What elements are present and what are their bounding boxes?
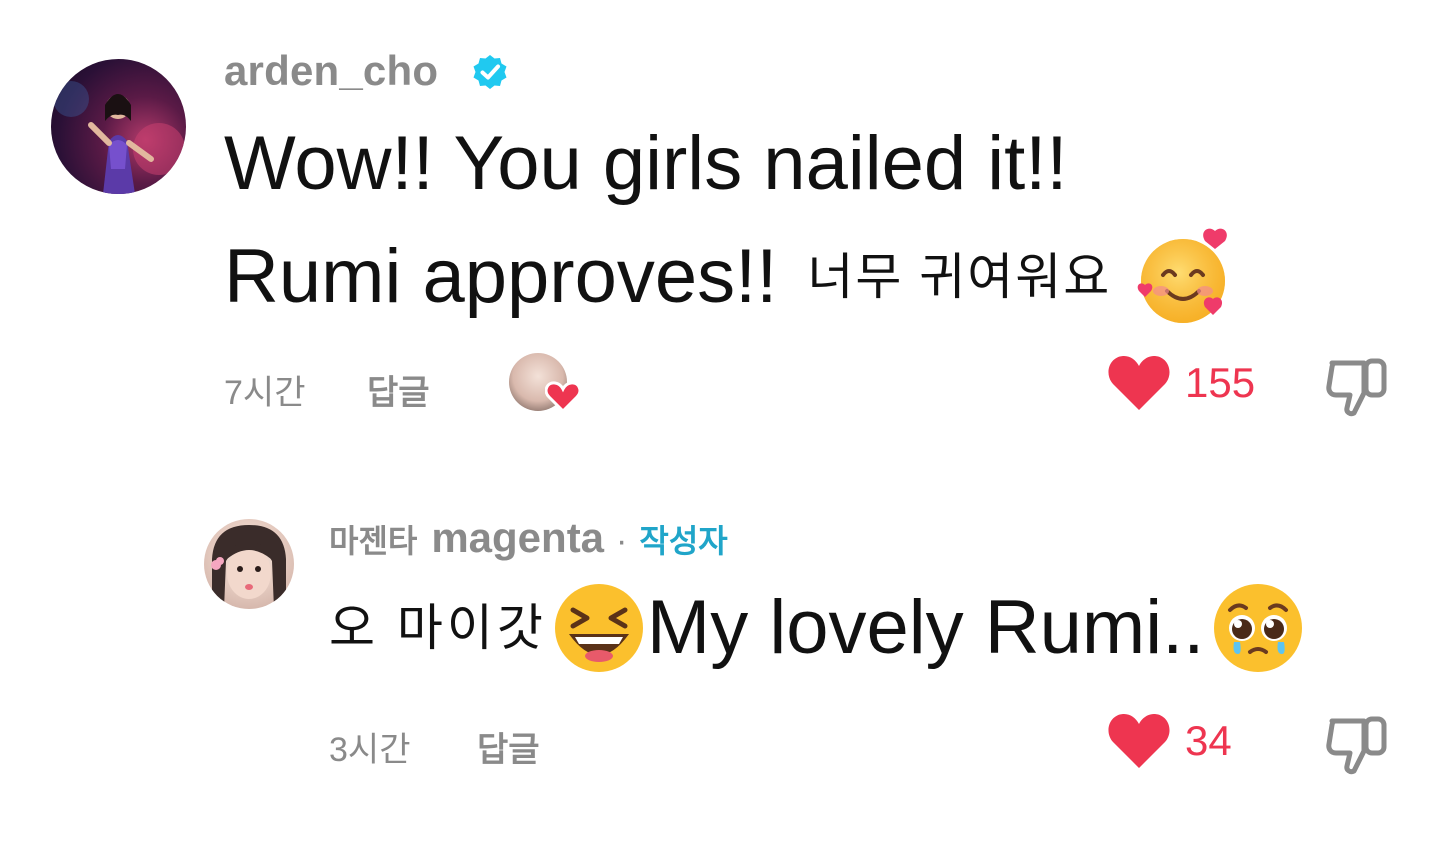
- reply-button[interactable]: 답글: [477, 722, 540, 771]
- heart-icon: [545, 381, 581, 413]
- reply-button[interactable]: 답글: [367, 365, 430, 414]
- reply-timestamp: 3시간: [329, 731, 411, 769]
- reply-header: 마젠타 magenta · 작성자: [329, 514, 728, 564]
- avatar-photo: [211, 525, 286, 609]
- author-badge: 작성자: [639, 523, 728, 559]
- avatar-magenta[interactable]: [204, 519, 294, 609]
- like-count: 155: [1185, 359, 1256, 406]
- comment-username[interactable]: arden_cho: [224, 46, 438, 96]
- grinning-squinting-face-emoji-icon: [554, 584, 643, 672]
- reply-text-korean: 오 마이갓: [329, 600, 547, 656]
- like-count: 34: [1185, 717, 1232, 764]
- pleading-face-emoji-icon: [1214, 584, 1303, 672]
- separator-dot: ·: [616, 522, 628, 560]
- comment-text-korean: 너무 귀여워요: [807, 249, 1112, 305]
- creator-liked-indicator: [509, 353, 581, 415]
- smiling-face-with-hearts-emoji-icon: [1137, 228, 1228, 323]
- reply-text-english: My lovely Rumi..: [646, 585, 1205, 670]
- reply-text: 오 마이갓 My lovely Rumi..: [329, 580, 1306, 676]
- verified-badge-icon: [473, 55, 507, 89]
- comment-timestamp: 7시간: [224, 374, 306, 412]
- comment-text-line1: Wow!! You girls nailed it!!: [224, 121, 1068, 206]
- reply-username-korean[interactable]: 마젠타: [329, 516, 417, 562]
- heart-filled-icon: [1108, 713, 1170, 768]
- avatar-arden-cho[interactable]: [51, 59, 186, 194]
- like-button[interactable]: 34: [1107, 712, 1232, 770]
- reply-username-english[interactable]: magenta: [431, 514, 604, 562]
- avatar-photo: [53, 81, 185, 194]
- comment-text-line2: Rumi approves!! 너무 귀여워요: [224, 227, 1235, 327]
- comment-text-english: Rumi approves!!: [224, 234, 778, 319]
- heart-filled-icon: [1108, 355, 1170, 410]
- like-button[interactable]: 155: [1107, 354, 1255, 412]
- dislike-button-icon[interactable]: [1324, 353, 1390, 419]
- dislike-button-icon[interactable]: [1324, 711, 1390, 777]
